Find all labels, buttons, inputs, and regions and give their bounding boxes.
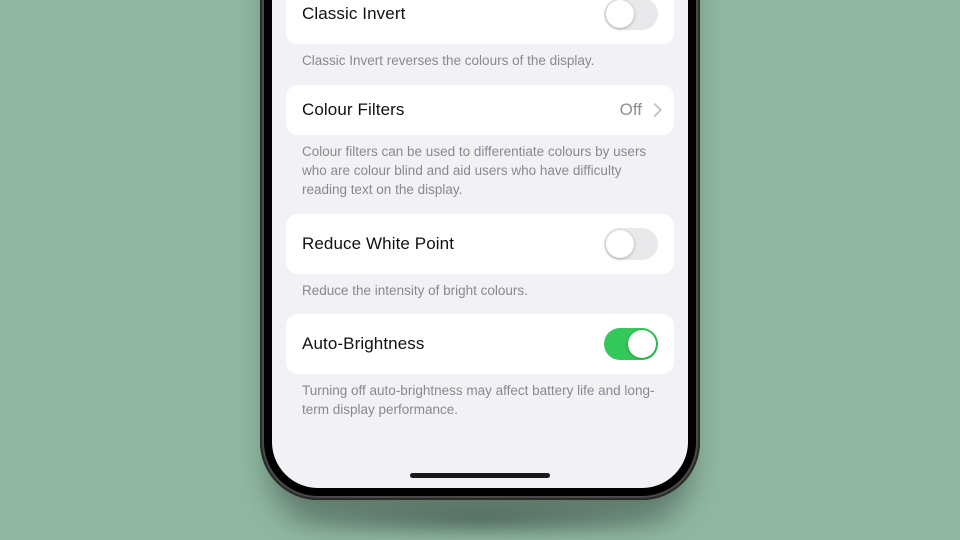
group-colour-filters: Colour Filters Off Colour filters can be… (286, 85, 674, 200)
row-title-auto-brightness: Auto-Brightness (302, 334, 424, 354)
group-auto-brightness: Auto-Brightness Turning off auto-brightn… (286, 314, 674, 420)
row-colour-filters[interactable]: Colour Filters Off (286, 85, 674, 135)
switch-auto-brightness[interactable] (604, 328, 658, 360)
switch-knob-icon (606, 0, 634, 28)
phone-frame: Classic Invert Classic Invert reverses t… (260, 0, 700, 500)
switch-knob-icon (628, 330, 656, 358)
row-classic-invert[interactable]: Classic Invert (286, 0, 674, 44)
home-indicator-icon[interactable] (410, 473, 550, 478)
chevron-right-icon (650, 103, 658, 117)
row-title-colour-filters: Colour Filters (302, 100, 404, 120)
phone-shadow (270, 500, 690, 540)
group-reduce-white-point: Reduce White Point Reduce the intensity … (286, 214, 674, 301)
phone-screen: Classic Invert Classic Invert reverses t… (272, 0, 688, 488)
row-value-colour-filters: Off (620, 100, 642, 120)
footer-reduce-white-point: Reduce the intensity of bright colours. (286, 274, 674, 301)
footer-classic-invert: Classic Invert reverses the colours of t… (286, 44, 674, 71)
row-reduce-white-point[interactable]: Reduce White Point (286, 214, 674, 274)
switch-knob-icon (606, 230, 634, 258)
settings-scroll-area[interactable]: Classic Invert Classic Invert reverses t… (272, 0, 688, 460)
row-title-classic-invert: Classic Invert (302, 4, 405, 24)
switch-classic-invert[interactable] (604, 0, 658, 30)
row-auto-brightness[interactable]: Auto-Brightness (286, 314, 674, 374)
row-title-reduce-white-point: Reduce White Point (302, 234, 454, 254)
row-right-colour-filters: Off (620, 100, 658, 120)
group-classic-invert: Classic Invert Classic Invert reverses t… (286, 0, 674, 71)
footer-auto-brightness: Turning off auto-brightness may affect b… (286, 374, 674, 420)
footer-colour-filters: Colour filters can be used to differenti… (286, 135, 674, 200)
switch-reduce-white-point[interactable] (604, 228, 658, 260)
